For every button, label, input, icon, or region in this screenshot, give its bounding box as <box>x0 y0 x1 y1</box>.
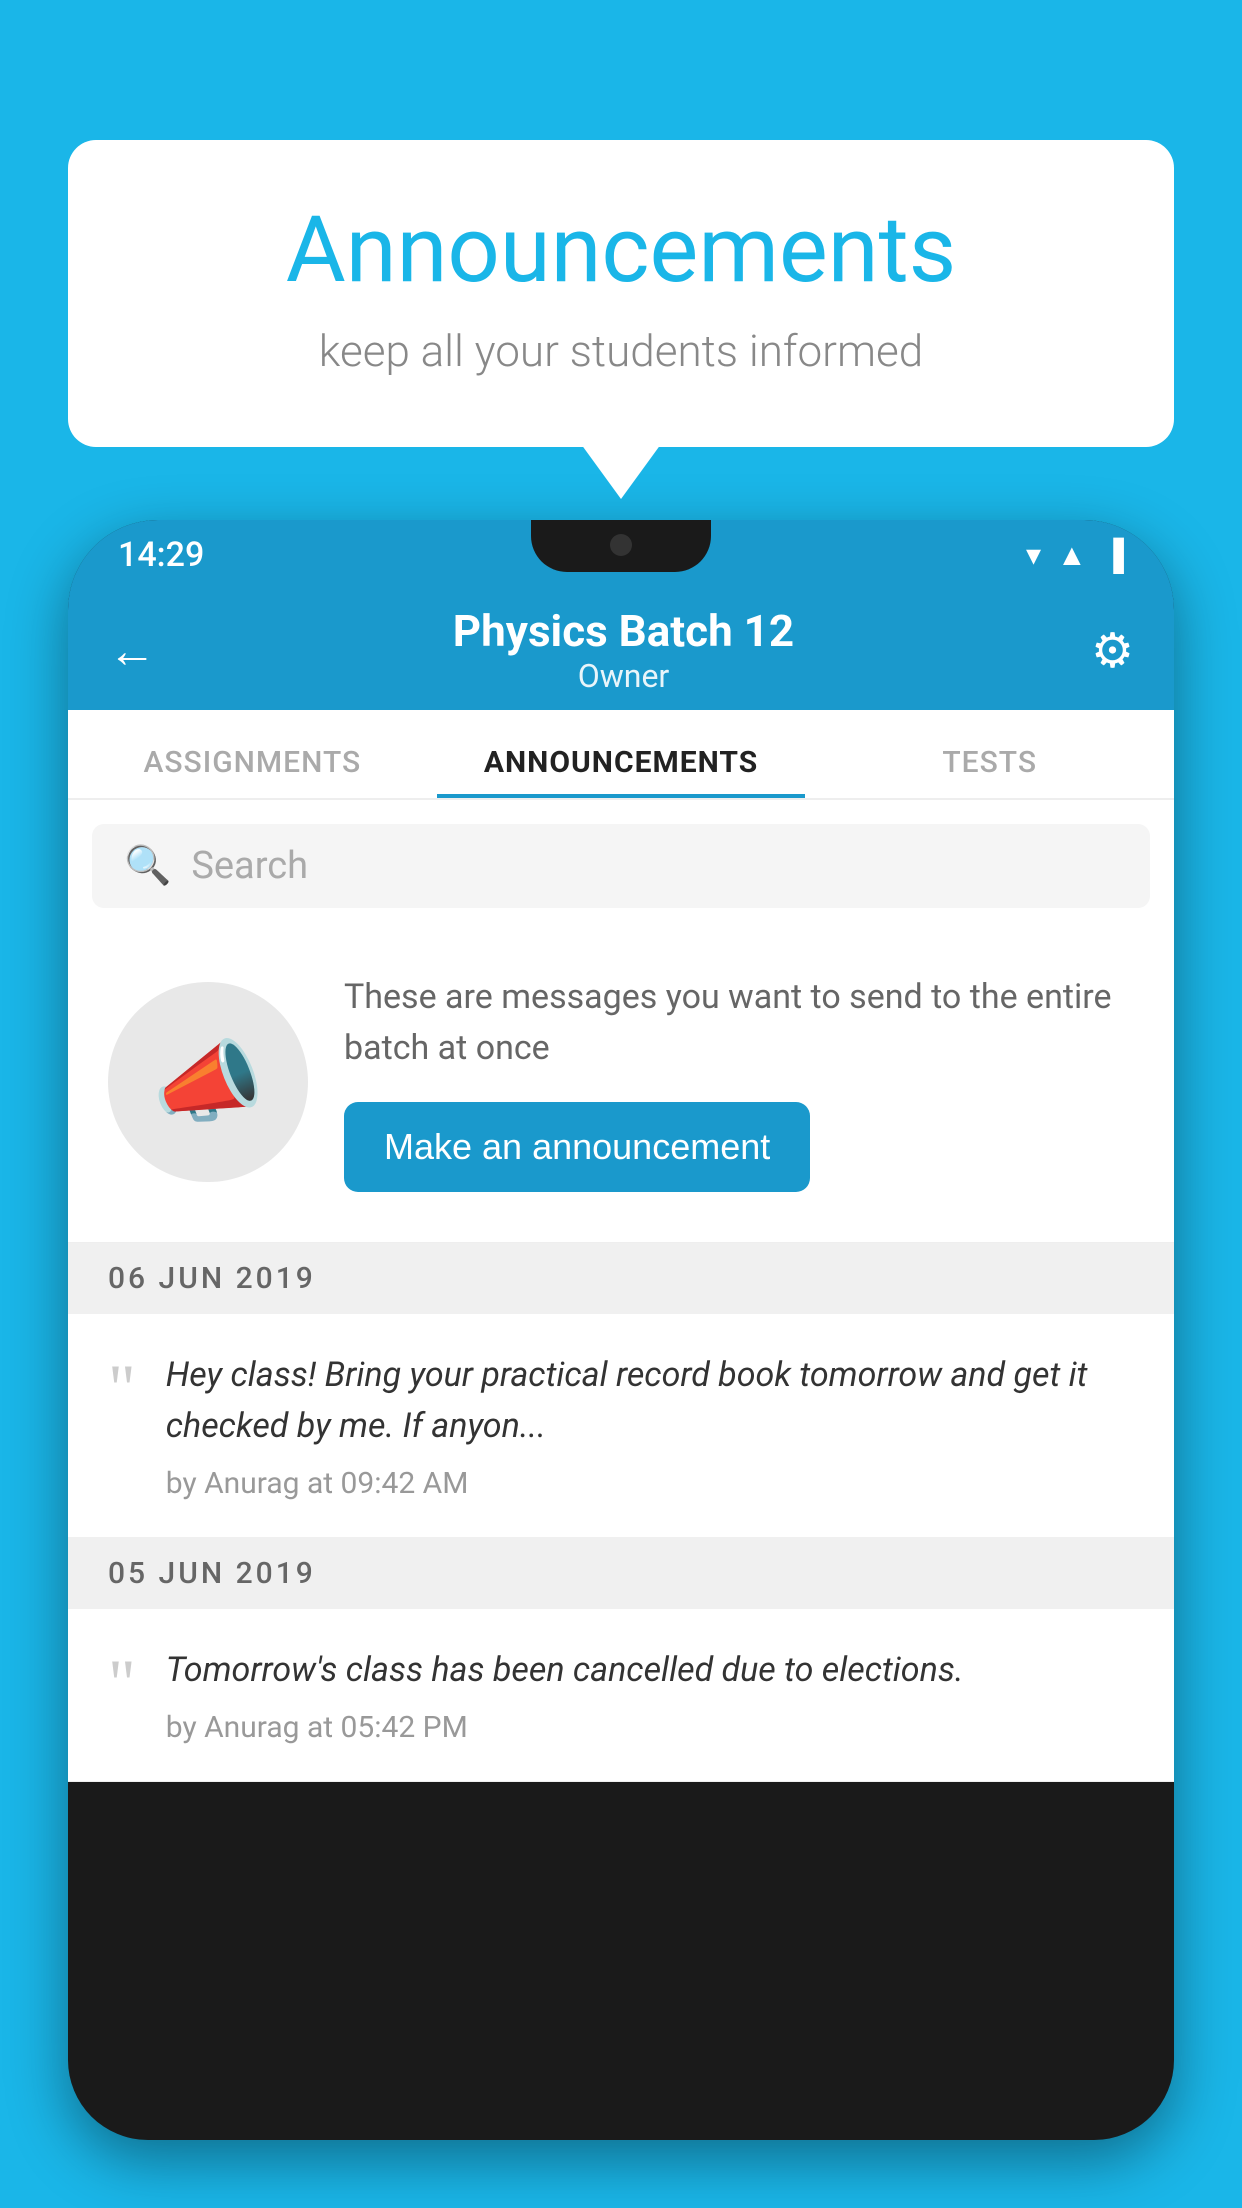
announcement-item-1: " Hey class! Bring your practical record… <box>68 1314 1174 1538</box>
promo-icon-circle: 📣 <box>108 982 308 1182</box>
announcement-text-1: Hey class! Bring your practical record b… <box>166 1350 1134 1452</box>
status-icons: ▾ ▲ ▐ <box>1026 538 1124 573</box>
announcement-content-1: Hey class! Bring your practical record b… <box>166 1350 1134 1501</box>
search-bar[interactable]: 🔍 Search <box>92 824 1150 908</box>
settings-icon[interactable]: ⚙ <box>1091 622 1134 679</box>
date-separator-2: 05 JUN 2019 <box>68 1538 1174 1609</box>
announcement-item-2: " Tomorrow's class has been cancelled du… <box>68 1609 1174 1782</box>
tab-assignments[interactable]: ASSIGNMENTS <box>68 745 437 798</box>
wifi-icon: ▾ <box>1026 538 1041 573</box>
promo-description: These are messages you want to send to t… <box>344 972 1134 1074</box>
header-title: Physics Batch 12 <box>453 605 794 657</box>
announcement-content-2: Tomorrow's class has been cancelled due … <box>166 1645 1134 1745</box>
tab-tests[interactable]: TESTS <box>805 745 1174 798</box>
back-button[interactable]: ← <box>108 622 156 679</box>
megaphone-icon: 📣 <box>152 1030 264 1135</box>
tab-announcements[interactable]: ANNOUNCEMENTS <box>437 745 806 798</box>
quote-icon-1: " <box>108 1354 136 1422</box>
date-separator-1: 06 JUN 2019 <box>68 1243 1174 1314</box>
phone-frame: 14:29 ▾ ▲ ▐ ← Physics Batch 12 Owner ⚙ A… <box>68 520 1174 2140</box>
announcement-promo: 📣 These are messages you want to send to… <box>68 932 1174 1243</box>
camera-icon <box>610 534 632 556</box>
phone-notch <box>531 520 711 572</box>
announcement-meta-1: by Anurag at 09:42 AM <box>166 1466 1134 1501</box>
speech-bubble: Announcements keep all your students inf… <box>68 140 1174 447</box>
status-time: 14:29 <box>118 535 204 575</box>
announcement-meta-2: by Anurag at 05:42 PM <box>166 1710 1134 1745</box>
make-announcement-button[interactable]: Make an announcement <box>344 1102 810 1192</box>
header-subtitle: Owner <box>453 657 794 695</box>
announcement-text-2: Tomorrow's class has been cancelled due … <box>166 1645 1134 1696</box>
content-area: 🔍 Search 📣 These are messages you want t… <box>68 800 1174 1782</box>
quote-icon-2: " <box>108 1649 136 1717</box>
tabs-container: ASSIGNMENTS ANNOUNCEMENTS TESTS <box>68 710 1174 800</box>
promo-text-group: These are messages you want to send to t… <box>344 972 1134 1192</box>
app-header: ← Physics Batch 12 Owner ⚙ <box>68 590 1174 710</box>
speech-bubble-subtitle: keep all your students informed <box>148 325 1094 377</box>
phone-content: 🔍 Search 📣 These are messages you want t… <box>68 800 1174 2140</box>
speech-bubble-title: Announcements <box>148 200 1094 301</box>
battery-icon: ▐ <box>1103 538 1124 573</box>
speech-bubble-wrapper: Announcements keep all your students inf… <box>68 140 1174 447</box>
phone-container: 14:29 ▾ ▲ ▐ ← Physics Batch 12 Owner ⚙ A… <box>68 520 1174 2208</box>
search-placeholder: Search <box>191 844 308 888</box>
header-title-group: Physics Batch 12 Owner <box>453 605 794 695</box>
signal-icon: ▲ <box>1057 538 1087 573</box>
search-icon: 🔍 <box>124 844 171 888</box>
